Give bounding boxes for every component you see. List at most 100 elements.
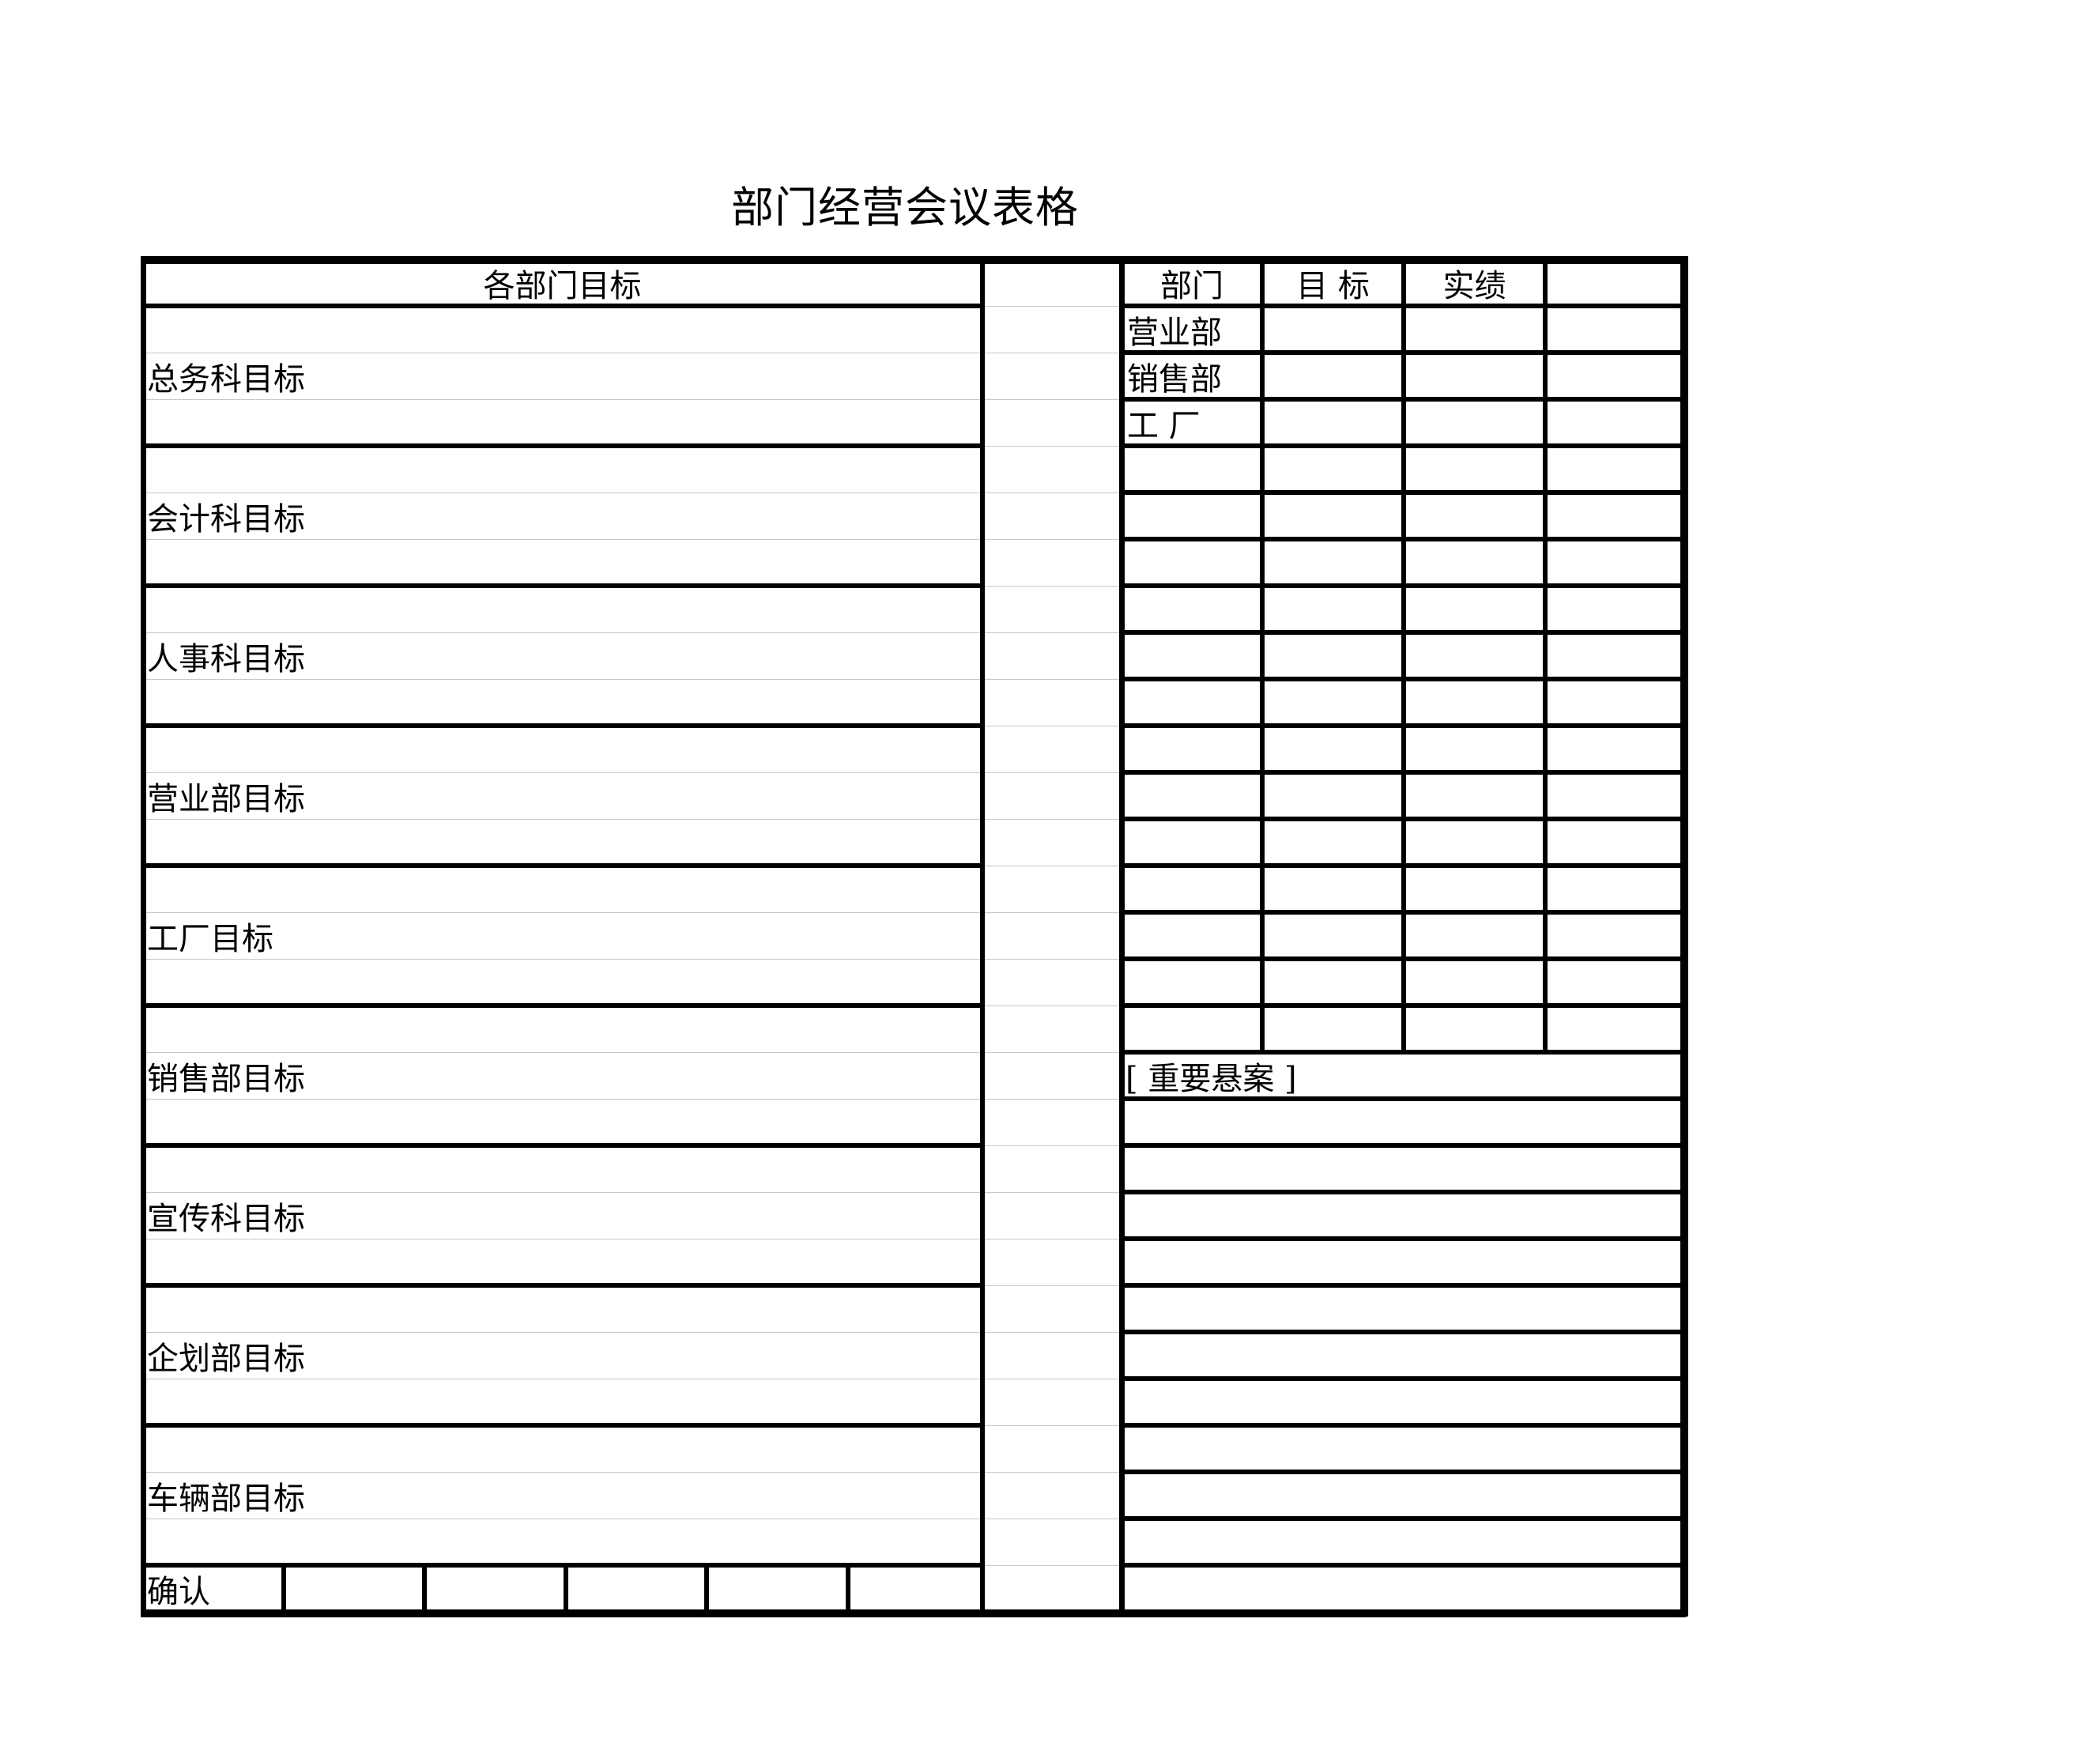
confirm-column-divider xyxy=(846,1565,850,1612)
value-cell[interactable] xyxy=(1407,959,1542,1006)
pending-issue-line[interactable] xyxy=(1125,1382,1677,1422)
section-goal-input[interactable] xyxy=(483,1150,974,1281)
section-goal-input[interactable] xyxy=(483,870,974,1001)
value-cell[interactable] xyxy=(1548,492,1677,539)
value-cell[interactable] xyxy=(1548,772,1677,819)
department-cell[interactable] xyxy=(1125,632,1259,679)
value-cell[interactable] xyxy=(1548,1006,1677,1052)
pending-issue-line[interactable] xyxy=(1125,1475,1677,1515)
value-cell[interactable] xyxy=(1548,586,1677,632)
confirm-column-divider xyxy=(422,1565,427,1612)
pending-issue-line[interactable] xyxy=(1125,1522,1677,1562)
section-goal-input[interactable] xyxy=(483,1290,974,1421)
confirm-signature-cell[interactable] xyxy=(710,1568,845,1609)
value-cell[interactable] xyxy=(1548,912,1677,959)
value-cell[interactable] xyxy=(1407,632,1542,679)
value-cell[interactable] xyxy=(1407,586,1542,632)
value-cell[interactable] xyxy=(1265,586,1401,632)
value-cell[interactable] xyxy=(1548,819,1677,866)
department-cell[interactable] xyxy=(1125,539,1259,586)
department-cell[interactable] xyxy=(1125,912,1259,959)
value-cell[interactable] xyxy=(1407,772,1542,819)
value-cell[interactable] xyxy=(1265,399,1401,446)
left-block-header: 各部门目标 xyxy=(483,267,642,304)
department-cell: 工 厂 xyxy=(1127,407,1201,444)
pending-issue-line[interactable] xyxy=(1125,1102,1677,1142)
pending-issue-line[interactable] xyxy=(1125,1568,1677,1609)
value-cell[interactable] xyxy=(1548,959,1677,1006)
value-cell[interactable] xyxy=(1407,446,1542,492)
value-cell[interactable] xyxy=(1407,866,1542,912)
confirm-signature-cell[interactable] xyxy=(287,1568,421,1609)
value-cell[interactable] xyxy=(1548,446,1677,492)
value-cell[interactable] xyxy=(1265,492,1401,539)
confirm-signature-cell[interactable] xyxy=(851,1568,978,1609)
value-cell[interactable] xyxy=(1548,632,1677,679)
department-cell: 销售部 xyxy=(1127,360,1222,398)
confirm-signature-cell[interactable] xyxy=(569,1568,703,1609)
value-cell[interactable] xyxy=(1548,679,1677,726)
section-label: 总务科目标 xyxy=(147,360,305,398)
value-cell[interactable] xyxy=(1548,866,1677,912)
value-cell[interactable] xyxy=(1548,353,1677,399)
value-cell[interactable] xyxy=(1265,959,1401,1006)
value-cell[interactable] xyxy=(1407,819,1542,866)
value-cell[interactable] xyxy=(1407,399,1542,446)
department-cell[interactable] xyxy=(1125,772,1259,819)
section-goal-input[interactable] xyxy=(483,311,974,441)
department-cell[interactable] xyxy=(1125,726,1259,772)
value-cell[interactable] xyxy=(1265,866,1401,912)
department-cell[interactable] xyxy=(1125,866,1259,912)
right-block-left-border xyxy=(1119,259,1125,1612)
value-cell[interactable] xyxy=(1548,306,1677,353)
value-cell[interactable] xyxy=(1407,353,1542,399)
department-cell[interactable] xyxy=(1125,819,1259,866)
section-goal-input[interactable] xyxy=(483,451,974,581)
value-cell[interactable] xyxy=(1265,912,1401,959)
value-cell[interactable] xyxy=(1265,539,1401,586)
value-cell[interactable] xyxy=(1548,399,1677,446)
pending-issue-line[interactable] xyxy=(1125,1335,1677,1375)
value-cell[interactable] xyxy=(1265,353,1401,399)
pending-issue-line[interactable] xyxy=(1125,1428,1677,1469)
value-cell[interactable] xyxy=(1265,679,1401,726)
value-cell[interactable] xyxy=(1265,819,1401,866)
section-label: 会计科目标 xyxy=(147,500,305,538)
value-cell[interactable] xyxy=(1407,492,1542,539)
right-row-divider xyxy=(1122,1190,1680,1194)
department-cell[interactable] xyxy=(1125,446,1259,492)
value-cell[interactable] xyxy=(1407,1006,1542,1052)
confirm-signature-cell[interactable] xyxy=(428,1568,563,1609)
value-cell[interactable] xyxy=(1265,446,1401,492)
section-goal-input[interactable] xyxy=(483,730,974,861)
department-cell[interactable] xyxy=(1125,586,1259,632)
value-cell[interactable] xyxy=(1407,539,1542,586)
value-cell[interactable] xyxy=(1265,1006,1401,1052)
value-cell[interactable] xyxy=(1548,539,1677,586)
right-table-header: 实绩 xyxy=(1442,267,1506,304)
value-cell[interactable] xyxy=(1265,772,1401,819)
value-cell[interactable] xyxy=(1265,632,1401,679)
section-label: 车辆部目标 xyxy=(147,1480,305,1517)
pending-issue-line[interactable] xyxy=(1125,1149,1677,1189)
value-cell[interactable] xyxy=(1407,679,1542,726)
pending-issue-line[interactable] xyxy=(1125,1195,1677,1236)
right-row-divider xyxy=(1122,1330,1680,1334)
pending-issue-line[interactable] xyxy=(1125,1288,1677,1329)
value-cell[interactable] xyxy=(1407,912,1542,959)
table-border-bottom xyxy=(141,1609,1686,1617)
value-cell[interactable] xyxy=(1407,306,1542,353)
value-cell[interactable] xyxy=(1265,726,1401,772)
department-cell[interactable] xyxy=(1125,1006,1259,1052)
value-cell[interactable] xyxy=(1265,306,1401,353)
section-label: 宣传科目标 xyxy=(147,1200,305,1237)
section-goal-input[interactable] xyxy=(483,1430,974,1560)
value-cell[interactable] xyxy=(1407,726,1542,772)
department-cell[interactable] xyxy=(1125,679,1259,726)
value-cell[interactable] xyxy=(1548,726,1677,772)
section-goal-input[interactable] xyxy=(483,1010,974,1141)
section-goal-input[interactable] xyxy=(483,590,974,721)
department-cell[interactable] xyxy=(1125,959,1259,1006)
pending-issue-line[interactable] xyxy=(1125,1242,1677,1282)
department-cell[interactable] xyxy=(1125,492,1259,539)
